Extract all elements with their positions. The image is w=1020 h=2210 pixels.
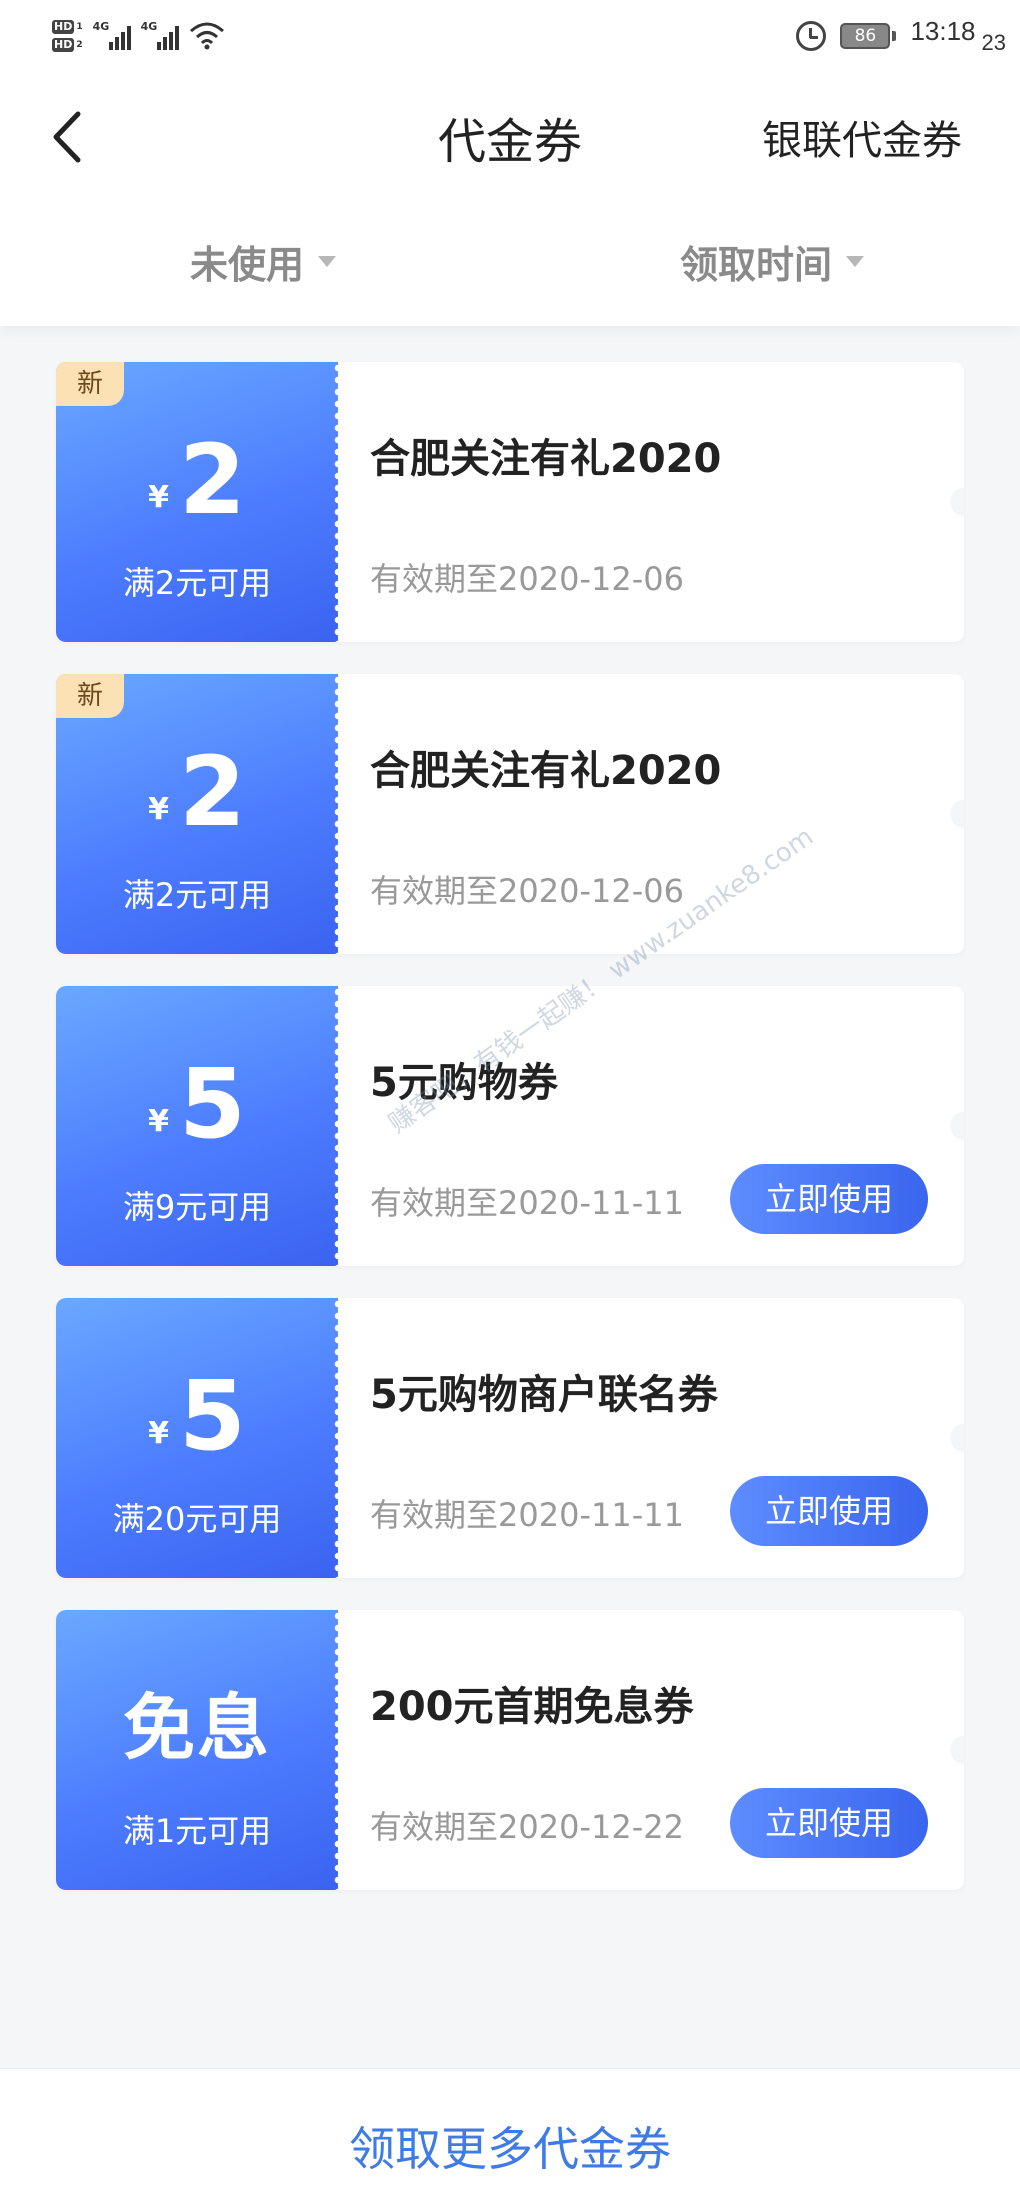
battery-level: 86 [840,23,891,49]
coupon-card[interactable]: ¥5 满20元可用 5元购物商户联名券 有效期至2020-11-11 立即使用 [56,1298,964,1578]
network-label-1: 4G [92,20,110,33]
coupon-value-panel: ¥5 满20元可用 [56,1298,338,1578]
hd-icon: HD 1 HD 2 [52,20,83,52]
hd2-label: HD [52,38,75,52]
currency-symbol: ¥ [148,1104,170,1139]
filter-bar: 未使用 领取时间 [0,202,1020,326]
coupon-condition: 满9元可用 [122,1188,272,1226]
coupon-validity: 有效期至2020-11-11 [370,1184,684,1222]
ticket-notch [950,1424,964,1452]
coupon-validity: 有效期至2020-12-22 [370,1808,684,1846]
hd1-label: HD [52,20,75,34]
coupon-validity: 有效期至2020-12-06 [370,560,684,598]
coupon-validity: 有效期至2020-11-11 [370,1496,684,1534]
coupon-title: 200元首期免息券 [370,1684,694,1730]
use-now-button[interactable]: 立即使用 [730,1788,928,1858]
ticket-notch [950,800,964,828]
ticket-notch [950,488,964,516]
coupon-title: 5元购物商户联名券 [370,1372,718,1418]
coupon-condition: 满20元可用 [112,1500,282,1538]
coupon-validity: 有效期至2020-12-06 [370,872,684,910]
coupon-amount: ¥2 [56,432,338,528]
coupon-card[interactable]: 免息 满1元可用 200元首期免息券 有效期至2020-12-22 立即使用 [56,1610,964,1890]
coupon-title: 合肥关注有礼2020 [370,436,722,482]
battery-icon: 86 [840,23,897,49]
coupon-card[interactable]: 新 ¥2 满2元可用 合肥关注有礼2020 有效期至2020-12-06 [56,674,964,954]
coupon-title: 合肥关注有礼2020 [370,748,722,794]
coupon-value-panel: ¥5 满9元可用 [56,986,338,1266]
hd1-sub: 1 [76,22,83,32]
coupon-value-panel: 新 ¥2 满2元可用 [56,674,338,954]
currency-symbol: ¥ [148,1416,170,1451]
coupon-condition: 满1元可用 [122,1812,272,1850]
signal-icon: 4G [92,20,131,50]
status-right-icons: 86 13:18 23 [796,16,1006,56]
hd2-sub: 2 [76,40,83,50]
new-badge: 新 [56,674,124,718]
coupon-amount: ¥5 [56,1368,338,1464]
status-bar: HD 1 HD 2 4G 4G 86 13:18 23 [0,0,1020,72]
network-label-2: 4G [140,20,158,33]
amount-value: 2 [179,736,246,848]
clock-time: 13:18 [910,16,976,46]
status-filter-dropdown[interactable]: 未使用 [190,234,337,289]
currency-symbol: ¥ [148,792,170,827]
footer-bar: 领取更多代金券 [0,2068,1020,2210]
new-badge: 新 [56,362,124,406]
ticket-notch [950,1736,964,1764]
amount-value: 5 [179,1048,246,1160]
caret-down-icon [318,256,337,267]
status-left-icons: HD 1 HD 2 4G 4G [52,14,225,58]
signal-icon-2: 4G [140,20,179,50]
currency-symbol: ¥ [148,480,170,515]
amount-value: 5 [179,1360,246,1472]
status-filter-label: 未使用 [190,243,305,287]
coupon-amount: 免息 [56,1680,338,1776]
coupon-value-panel: 免息 满1元可用 [56,1610,338,1890]
wifi-icon [189,21,225,51]
sort-filter-label: 领取时间 [680,243,833,287]
coupon-amount: ¥2 [56,744,338,840]
coupon-condition: 满2元可用 [122,564,272,602]
alarm-icon [796,21,827,51]
coupon-amount: ¥5 [56,1056,338,1152]
sort-filter-dropdown[interactable]: 领取时间 [680,234,865,289]
unionpay-coupon-link[interactable]: 银联代金券 [762,108,962,166]
nav-header: 代金券 银联代金券 [0,72,1020,202]
use-now-button[interactable]: 立即使用 [730,1164,928,1234]
coupon-condition: 满2元可用 [122,876,272,914]
coupon-card[interactable]: 新 ¥2 满2元可用 合肥关注有礼2020 有效期至2020-12-06 [56,362,964,642]
amount-value: 2 [179,424,246,536]
amount-value: 免息 [122,1686,271,1770]
use-now-button[interactable]: 立即使用 [730,1476,928,1546]
clock: 13:18 23 [910,16,1006,56]
get-more-coupons-link[interactable]: 领取更多代金券 [0,2113,1020,2179]
coupon-value-panel: 新 ¥2 满2元可用 [56,362,338,642]
ticket-notch [950,1112,964,1140]
clock-seconds: 23 [981,30,1006,55]
caret-down-icon [846,256,865,267]
